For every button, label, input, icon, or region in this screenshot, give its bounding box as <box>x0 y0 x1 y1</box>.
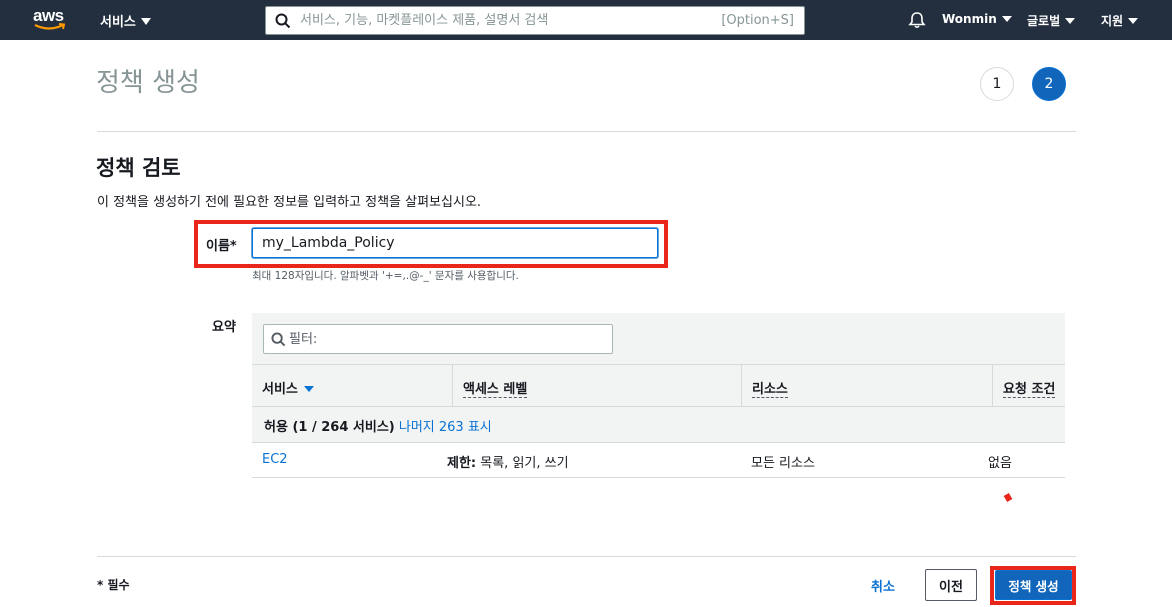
caret-down-icon <box>1128 18 1139 24</box>
service-link-ec2[interactable]: EC2 <box>262 452 288 467</box>
column-condition-label: 요청 조건 <box>1003 382 1056 398</box>
footer-divider <box>97 556 1076 557</box>
region-label: 글로벌 <box>1027 14 1061 28</box>
page-title: 정책 생성 <box>96 68 200 98</box>
previous-button[interactable]: 이전 <box>925 569 977 601</box>
notifications-button[interactable] <box>907 10 927 34</box>
section-description: 이 정책을 생성하기 전에 필요한 정보를 입력하고 정책을 살펴보십시오. <box>97 195 482 210</box>
filter-field[interactable] <box>263 324 613 354</box>
red-annotation-mark <box>1003 492 1013 503</box>
condition-cell: 없음 <box>988 456 1012 471</box>
filter-input[interactable] <box>289 325 599 353</box>
filter-bar <box>252 313 1065 365</box>
summary-label: 요약 <box>212 320 236 335</box>
caret-down-icon <box>140 18 151 25</box>
create-policy-button[interactable]: 정책 생성 <box>995 570 1072 600</box>
policy-name-input[interactable] <box>252 228 658 258</box>
column-header-access-level[interactable]: 액세스 레벨 <box>453 365 742 407</box>
sort-caret-icon <box>303 386 314 392</box>
show-remaining-link[interactable]: 나머지 263 표시 <box>399 420 492 435</box>
aws-logo[interactable]: aws <box>33 6 67 34</box>
support-menu[interactable]: 지원 <box>1101 12 1139 29</box>
user-label: Wonmin <box>942 12 997 26</box>
required-note: * 필수 <box>97 578 130 592</box>
column-service-label: 서비스 <box>262 382 298 397</box>
search-input[interactable] <box>300 7 680 34</box>
step-1-indicator[interactable]: 1 <box>980 67 1014 101</box>
global-search[interactable]: [Option+S] <box>265 6 805 35</box>
column-access-label: 액세스 레벨 <box>463 382 528 398</box>
filter-search-icon <box>271 332 286 347</box>
header-divider <box>97 131 1076 132</box>
services-label: 서비스 <box>100 15 136 30</box>
name-label: 이름* <box>206 239 237 254</box>
table-row: EC2 제한: 목록, 읽기, 쓰기 모든 리소스 없음 <box>252 443 1065 478</box>
resource-cell: 모든 리소스 <box>751 456 815 471</box>
services-menu[interactable]: 서비스 <box>100 11 151 30</box>
bell-icon <box>908 12 926 29</box>
aws-smile-icon <box>34 23 66 30</box>
region-menu[interactable]: 글로벌 <box>1027 12 1076 29</box>
step-2-indicator-current: 2 <box>1032 67 1066 101</box>
section-title: 정책 검토 <box>96 156 181 180</box>
access-level-cell: 제한: 목록, 읽기, 쓰기 <box>447 452 569 471</box>
summary-table: 서비스 액세스 레벨 리소스 요청 조건 허용 (1 / 264 서비스) 나머… <box>252 313 1065 478</box>
caret-down-icon <box>1001 16 1012 22</box>
access-level-value: 목록, 읽기, 쓰기 <box>480 456 569 471</box>
column-resource-label: 리소스 <box>752 382 788 398</box>
support-label: 지원 <box>1101 14 1124 28</box>
caret-down-icon <box>1065 18 1076 24</box>
access-level-bold: 제한: <box>447 456 477 471</box>
cancel-button[interactable]: 취소 <box>871 576 895 595</box>
allow-group-label: 허용 (1 / 264 서비스) <box>264 420 395 435</box>
search-icon <box>275 13 291 29</box>
search-shortcut: [Option+S] <box>721 13 794 28</box>
table-header: 서비스 액세스 레벨 리소스 요청 조건 <box>252 365 1065 407</box>
column-header-resource[interactable]: 리소스 <box>742 365 993 407</box>
allow-group-row: 허용 (1 / 264 서비스) 나머지 263 표시 <box>252 407 1065 443</box>
column-header-service[interactable]: 서비스 <box>252 365 453 407</box>
name-hint: 최대 128자입니다. 알파벳과 '+=,.@-_' 문자를 사용합니다. <box>252 270 519 282</box>
top-navigation: aws 서비스 [Option+S] Wonmin 글로벌 지원 <box>0 0 1172 40</box>
user-menu[interactable]: Wonmin <box>942 12 1012 26</box>
column-header-condition[interactable]: 요청 조건 <box>993 365 1065 407</box>
